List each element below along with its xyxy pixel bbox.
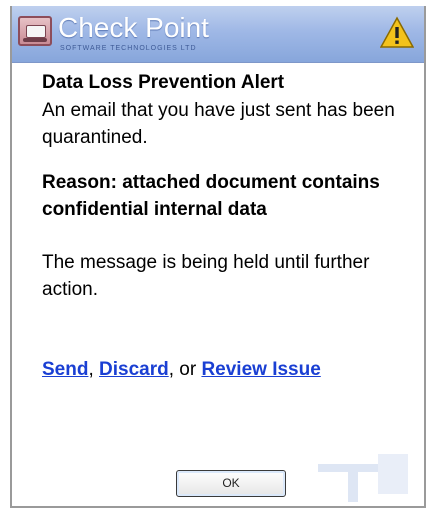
alert-status: The message is being held until further … xyxy=(42,252,370,300)
separator: , xyxy=(88,359,100,380)
title-bar: Check Point SOFTWARE TECHNOLOGIES LTD xyxy=(12,6,424,63)
discard-link[interactable]: Discard xyxy=(99,359,169,380)
warning-triangle-icon xyxy=(380,16,414,48)
separator: , or xyxy=(168,359,202,380)
alert-window: Check Point SOFTWARE TECHNOLOGIES LTD Da… xyxy=(10,6,426,508)
send-link[interactable]: Send xyxy=(42,359,88,380)
alert-title: Data Loss Prevention Alert xyxy=(42,72,285,93)
brand-name: Check Point xyxy=(58,12,209,43)
brand-subtitle: SOFTWARE TECHNOLOGIES LTD xyxy=(60,45,197,52)
alert-message: An email that you have just sent has bee… xyxy=(42,100,395,148)
action-links: Send, Discard, or Review Issue xyxy=(42,359,412,381)
checkpoint-logo-icon xyxy=(18,16,52,46)
alert-content: Data Loss Prevention Alert An email that… xyxy=(42,70,412,381)
background-decoration xyxy=(318,454,408,502)
review-issue-link[interactable]: Review Issue xyxy=(201,359,320,380)
ok-button[interactable]: OK xyxy=(176,470,286,497)
alert-reason: Reason: attached document contains confi… xyxy=(42,172,380,220)
